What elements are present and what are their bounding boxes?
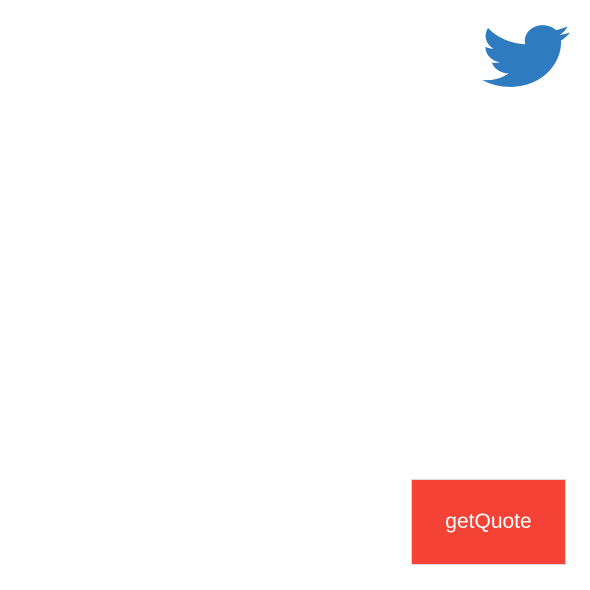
tweet-quote-link[interactable] <box>482 18 570 94</box>
get-quote-button[interactable]: getQuote <box>411 479 566 565</box>
twitter-bird-icon <box>482 25 570 87</box>
quote-page: getQuote <box>0 0 590 590</box>
